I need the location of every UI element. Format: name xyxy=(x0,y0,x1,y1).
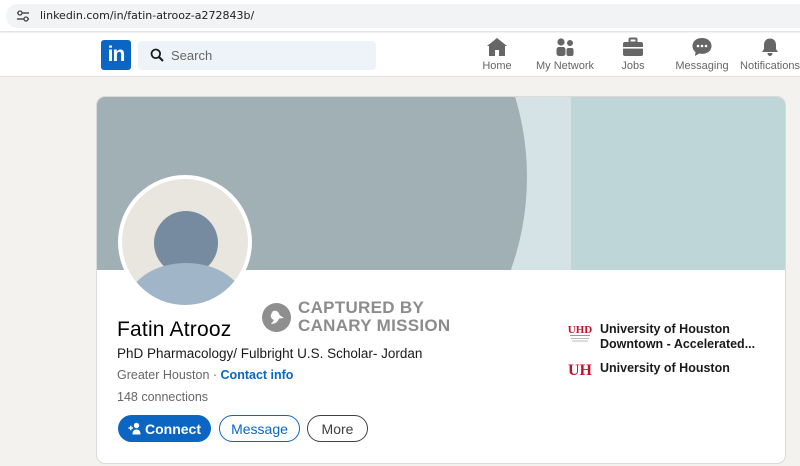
nav-messaging[interactable]: Messaging xyxy=(675,37,729,75)
nav-my-network-label: My Network xyxy=(535,60,595,72)
top-nav: in Home My Network Jobs xyxy=(0,33,800,77)
nav-messaging-label: Messaging xyxy=(675,60,729,72)
nav-my-network[interactable]: My Network xyxy=(535,37,595,75)
svg-text:UH: UH xyxy=(568,362,593,379)
profile-location: Greater Houston xyxy=(117,368,210,382)
search-input[interactable] xyxy=(171,41,371,70)
briefcase-icon xyxy=(623,37,643,56)
nav-notifications[interactable]: Notifications xyxy=(740,37,800,75)
banner-panel xyxy=(571,97,785,270)
connections-count[interactable]: 148 connections xyxy=(117,390,208,404)
profile-headline: PhD Pharmacology/ Fulbright U.S. Scholar… xyxy=(117,346,423,361)
nav-jobs-label: Jobs xyxy=(621,60,645,72)
connect-label: Connect xyxy=(145,420,201,437)
education-uhd-name-line2: Downtown - Accelerated... xyxy=(600,337,756,351)
uh-logo-icon: UH xyxy=(566,355,594,383)
nav-home[interactable]: Home xyxy=(478,37,516,75)
nav-home-label: Home xyxy=(482,60,512,72)
add-person-icon xyxy=(128,422,141,435)
connect-button[interactable]: Connect xyxy=(118,415,211,442)
home-icon xyxy=(487,38,507,56)
avatar[interactable] xyxy=(118,175,252,309)
nav-jobs[interactable]: Jobs xyxy=(614,37,652,75)
messaging-icon xyxy=(692,38,712,56)
uhd-logo-icon: UHD xyxy=(566,321,594,349)
watermark-line2: CANARY MISSION xyxy=(298,316,451,335)
search-box[interactable] xyxy=(138,41,376,70)
avatar-body xyxy=(128,263,244,305)
education-uh-name: University of Houston xyxy=(600,361,730,375)
profile-name: Fatin Atrooz xyxy=(117,318,232,341)
network-icon xyxy=(556,38,574,56)
contact-info-link[interactable]: Contact info xyxy=(221,368,294,382)
browser-url-bar: linkedin.com/in/fatin-atrooz-a272843b/ xyxy=(0,0,800,32)
bell-icon xyxy=(762,38,778,56)
watermark: CAPTURED BY CANARY MISSION xyxy=(262,299,462,335)
profile-location-line: Greater Houston · Contact info xyxy=(117,368,293,382)
canary-bird-icon xyxy=(262,303,291,332)
url-field[interactable]: linkedin.com/in/fatin-atrooz-a272843b/ xyxy=(6,4,800,28)
svg-text:UHD: UHD xyxy=(568,324,593,336)
separator-dot: · xyxy=(209,368,221,382)
site-settings-icon[interactable] xyxy=(16,10,30,22)
linkedin-logo[interactable]: in xyxy=(101,40,131,70)
search-icon xyxy=(150,48,164,62)
more-button[interactable]: More xyxy=(307,415,368,442)
education-uhd-name-line1: University of Houston xyxy=(600,322,730,336)
nav-notifications-label: Notifications xyxy=(740,60,800,72)
profile-card: CAPTURED BY CANARY MISSION Fatin Atrooz … xyxy=(97,97,785,463)
url-text[interactable]: linkedin.com/in/fatin-atrooz-a272843b/ xyxy=(40,9,254,22)
watermark-line1: CAPTURED BY xyxy=(298,298,425,317)
message-button[interactable]: Message xyxy=(219,415,300,442)
